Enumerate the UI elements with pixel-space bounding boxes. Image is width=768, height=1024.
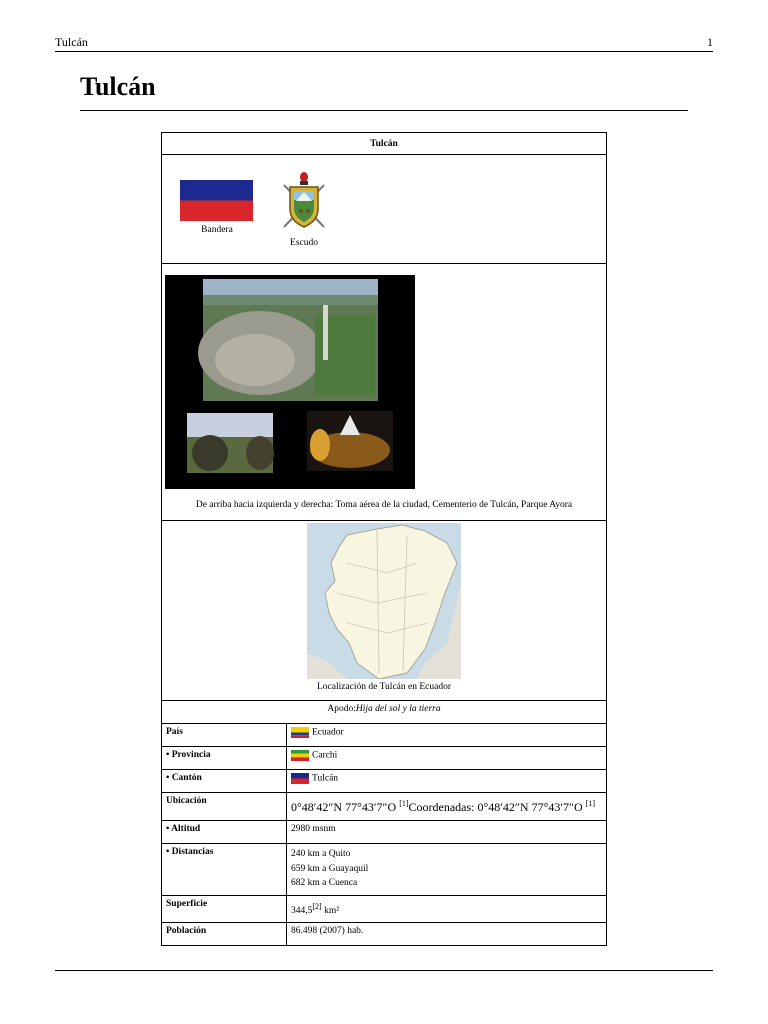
poblacion-label: Población: [162, 922, 287, 945]
ecuador-flag-icon: [291, 727, 309, 738]
row-provincia: • Provincia Carchi: [162, 746, 606, 770]
coat-of-arms-caption: Escudo: [290, 238, 318, 248]
row-ubicacion: Ubicación 0°48′42″N 77°43′7″O [1]Coorden…: [162, 792, 606, 821]
symbols-cell: Bandera Escudo: [161, 154, 607, 264]
running-title: Tulcán: [55, 35, 88, 49]
row-pais: País Ecuador: [162, 724, 606, 747]
coordinates-secondary[interactable]: 0°48′42″N 77°43′7″O: [478, 800, 586, 814]
page-number: 1: [707, 35, 713, 49]
row-distancias: • Distancias 240 km a Quito 659 km a Gua…: [162, 843, 606, 896]
infobox-title: Tulcán: [161, 132, 607, 155]
photo-collage: [165, 275, 415, 489]
poblacion-value: 86.498 (2007) hab.: [291, 926, 364, 936]
coordinates-prefix: Coordenadas:: [408, 800, 478, 814]
canton-link[interactable]: Tulcán: [312, 774, 338, 784]
city-photos-image[interactable]: [165, 275, 415, 489]
distancias-value-cell: 240 km a Quito 659 km a Guayaquil 682 km…: [286, 843, 606, 896]
altitud-label: • Altitud: [162, 820, 287, 844]
row-superficie: Superficie 344,5[2] km²: [162, 895, 606, 923]
photos-cell: De arriba hacia izquierda y derecha: Tom…: [161, 263, 607, 521]
infobox: Tulcán Bandera Escudo De arriba hacia iz…: [161, 132, 607, 946]
provincia-link[interactable]: Carchi: [312, 751, 337, 761]
map-cell: Localización de Tulcán en Ecuador: [161, 520, 607, 701]
superficie-unit: km²: [321, 906, 340, 917]
canton-value-cell: Tulcán: [286, 769, 606, 793]
superficie-value: 344,5: [291, 906, 313, 917]
tulcan-flag-icon: [291, 773, 309, 784]
distance-guayaquil: 659 km a Guayaquil: [291, 863, 369, 874]
provincia-label: • Provincia: [162, 746, 287, 770]
pais-value-cell: Ecuador: [286, 724, 606, 747]
row-altitud: • Altitud 2980 msnm: [162, 820, 606, 844]
footer-divider: [55, 970, 713, 971]
distancias-label: • Distancias: [162, 843, 287, 896]
distance-cuenca: 682 km a Cuenca: [291, 878, 358, 888]
ref-1b[interactable]: [1]: [586, 799, 595, 808]
running-header: Tulcán 1: [55, 35, 713, 52]
ref-2[interactable]: [2]: [312, 902, 321, 911]
coat-of-arms-image[interactable]: [278, 171, 330, 231]
distance-quito: 240 km a Quito: [291, 849, 351, 859]
data-rows-container: País Ecuador • Provincia Carchi • Cantón…: [161, 723, 607, 946]
ref-1a[interactable]: [1]: [399, 799, 408, 808]
coat-of-arms-figure: Escudo: [277, 171, 331, 248]
ecuador-location-map[interactable]: [307, 523, 461, 679]
pais-label: País: [162, 724, 287, 747]
row-canton: • Cantón Tulcán: [162, 769, 606, 793]
coordinates-primary[interactable]: 0°48′42″N 77°43′7″O: [291, 800, 399, 814]
carchi-flag-icon: [291, 750, 309, 761]
photos-caption: De arriba hacia izquierda y derecha: Tom…: [195, 500, 573, 510]
row-poblacion: Población 86.498 (2007) hab.: [162, 922, 606, 945]
flag-caption: Bandera: [201, 225, 233, 235]
map-caption: Localización de Tulcán en Ecuador: [316, 682, 451, 692]
superficie-value-cell: 344,5[2] km²: [286, 895, 606, 923]
nickname-value: Hija del sol y la tierra: [355, 704, 441, 714]
pais-link[interactable]: Ecuador: [312, 728, 344, 738]
nickname-row: Apodo:Hija del sol y la tierra: [161, 700, 607, 724]
ubicacion-label: Ubicación: [162, 792, 287, 821]
tulcan-flag-image[interactable]: [180, 180, 253, 221]
title-divider: [80, 110, 688, 111]
page-title: Tulcán: [80, 72, 156, 101]
superficie-label: Superficie: [162, 895, 287, 923]
provincia-value-cell: Carchi: [286, 746, 606, 770]
flag-figure: Bandera: [180, 180, 254, 235]
canton-label: • Cantón: [162, 769, 287, 793]
ubicacion-value-cell: 0°48′42″N 77°43′7″O [1]Coordenadas: 0°48…: [286, 792, 606, 821]
data-table: País Ecuador • Provincia Carchi • Cantón…: [162, 724, 606, 945]
altitud-value: 2980 msnm: [286, 820, 606, 844]
nickname-label: Apodo:: [327, 704, 356, 714]
